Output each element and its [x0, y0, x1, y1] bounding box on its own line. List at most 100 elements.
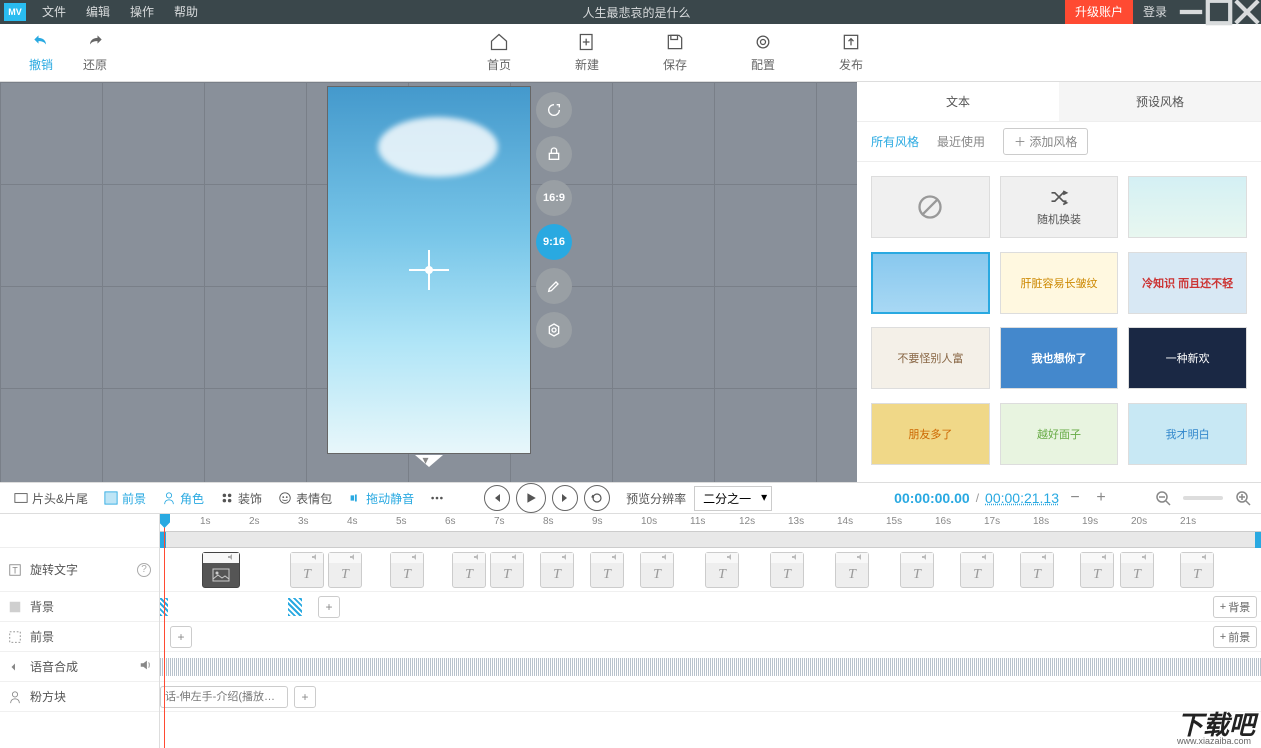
add-bg-clip-button[interactable]: +	[318, 596, 340, 618]
tab-preset[interactable]: 预设风格	[1059, 82, 1261, 121]
text-clip[interactable]: T	[290, 552, 324, 588]
track-label-pink[interactable]: 粉方块	[0, 682, 159, 712]
filter-all-styles[interactable]: 所有风格	[871, 133, 919, 150]
menu-edit[interactable]: 编辑	[76, 0, 120, 24]
style-item[interactable]	[871, 252, 990, 314]
style-item[interactable]: 冷知识 而且还不轻	[1128, 252, 1247, 314]
close-button[interactable]	[1233, 0, 1261, 24]
style-item[interactable]: 我也想你了	[1000, 327, 1119, 389]
login-button[interactable]: 登录	[1133, 0, 1177, 24]
text-clip[interactable]: T	[1180, 552, 1214, 588]
style-random[interactable]: 随机换装	[1000, 176, 1119, 238]
ratio-169-button[interactable]: 16:9	[536, 180, 572, 216]
track-label-bg[interactable]: 背景	[0, 592, 159, 622]
text-clip[interactable]: T	[590, 552, 624, 588]
menu-help[interactable]: 帮助	[164, 0, 208, 24]
track-label-voice[interactable]: 语音合成	[0, 652, 159, 682]
text-clip[interactable]: T	[540, 552, 574, 588]
text-clip[interactable]: T	[1020, 552, 1054, 588]
track-label-text[interactable]: T旋转文字?	[0, 548, 159, 592]
sound-icon[interactable]	[139, 658, 153, 675]
tl-tab-emoji[interactable]: 表情包	[272, 490, 338, 507]
filter-recent[interactable]: 最近使用	[937, 133, 985, 150]
tl-tab-titles[interactable]: 片头&片尾	[8, 490, 94, 507]
preview-select[interactable]: 二分之一 ▾	[694, 486, 772, 511]
track-bg[interactable]: + + 背景	[160, 592, 1261, 622]
add-fg-clip-button[interactable]: +	[170, 626, 192, 648]
ratio-916-button[interactable]: 9:16	[536, 224, 572, 260]
add-fg-button[interactable]: + 前景	[1213, 626, 1257, 648]
home-button[interactable]: 首页	[472, 32, 526, 73]
minimize-button[interactable]	[1177, 0, 1205, 24]
style-item[interactable]: 一种新欢	[1128, 327, 1247, 389]
text-clip[interactable]: T	[1120, 552, 1154, 588]
style-item[interactable]: 朋友多了	[871, 403, 990, 465]
ruler-bar[interactable]	[160, 532, 1261, 548]
style-item[interactable]: 不要怪别人富	[871, 327, 990, 389]
zoom-in-button[interactable]	[1233, 488, 1253, 508]
canvas[interactable]	[327, 86, 531, 454]
menu-action[interactable]: 操作	[120, 0, 164, 24]
track-label-fg[interactable]: 前景	[0, 622, 159, 652]
text-clip[interactable]: T	[835, 552, 869, 588]
maximize-button[interactable]	[1205, 0, 1233, 24]
tl-tab-more[interactable]	[424, 491, 450, 505]
text-clip[interactable]: T	[705, 552, 739, 588]
lock-tool-button[interactable]	[536, 136, 572, 172]
zoom-out-button[interactable]	[1153, 488, 1173, 508]
undo-button[interactable]: 撤销	[14, 32, 68, 73]
playhead[interactable]	[164, 514, 165, 748]
text-clip[interactable]: T	[900, 552, 934, 588]
edit-tool-button[interactable]	[536, 268, 572, 304]
zoom-slider[interactable]	[1183, 496, 1223, 500]
menu-file[interactable]: 文件	[32, 0, 76, 24]
track-pink[interactable]: 话-伸左手-介绍(播放… +	[160, 682, 1261, 712]
add-style-button[interactable]: ＋ 添加风格	[1003, 128, 1088, 155]
text-clip[interactable]: T	[328, 552, 362, 588]
redo-button[interactable]: 还原	[68, 32, 122, 73]
next-button[interactable]	[552, 485, 578, 511]
text-clip[interactable]: T	[490, 552, 524, 588]
tl-tab-decoration[interactable]: 装饰	[214, 490, 268, 507]
time-total[interactable]: 00:00:21.13	[985, 490, 1059, 506]
prev-button[interactable]	[484, 485, 510, 511]
rotate-tool-button[interactable]	[536, 92, 572, 128]
loop-button[interactable]	[584, 485, 610, 511]
clip-image[interactable]	[202, 552, 240, 588]
text-clip[interactable]: T	[390, 552, 424, 588]
tl-tab-foreground[interactable]: 前景	[98, 490, 152, 507]
canvas-dropdown-icon[interactable]	[415, 455, 443, 467]
settings-tool-button[interactable]	[536, 312, 572, 348]
tracks-area[interactable]: 1s2s3s4s5s6s7s8s9s10s11s12s13s14s15s16s1…	[160, 514, 1261, 748]
style-item[interactable]	[1128, 176, 1247, 238]
tl-tab-dragmute[interactable]: 拖动静音	[342, 490, 420, 507]
timeline-zoom-out[interactable]: −	[1065, 488, 1085, 508]
track-text[interactable]: TTTTTTTTTTTTTTTTT	[160, 548, 1261, 592]
tab-text[interactable]: 文本	[857, 82, 1059, 121]
audio-clip[interactable]: 话-伸左手-介绍(播放…	[160, 686, 288, 708]
style-item[interactable]: 肝脏容易长皱纹	[1000, 252, 1119, 314]
save-button[interactable]: 保存	[648, 32, 702, 73]
track-voice[interactable]	[160, 652, 1261, 682]
text-clip[interactable]: T	[770, 552, 804, 588]
publish-button[interactable]: 发布	[824, 32, 878, 73]
timeline-ruler[interactable]: 1s2s3s4s5s6s7s8s9s10s11s12s13s14s15s16s1…	[160, 514, 1261, 532]
canvas-area[interactable]: 16:9 9:16	[0, 82, 857, 482]
tl-tab-character[interactable]: 角色	[156, 490, 210, 507]
text-clip[interactable]: T	[452, 552, 486, 588]
text-clip[interactable]: T	[1080, 552, 1114, 588]
config-button[interactable]: 配置	[736, 32, 790, 73]
add-bg-button[interactable]: + 背景	[1213, 596, 1257, 618]
add-pink-clip-button[interactable]: +	[294, 686, 316, 708]
text-clip[interactable]: T	[640, 552, 674, 588]
upgrade-button[interactable]: 升级账户	[1065, 0, 1133, 24]
new-button[interactable]: 新建	[560, 32, 614, 73]
bg-clip[interactable]	[288, 598, 302, 616]
text-clip[interactable]: T	[960, 552, 994, 588]
help-icon[interactable]: ?	[137, 563, 151, 577]
style-item[interactable]: 越好面子	[1000, 403, 1119, 465]
waveform[interactable]	[160, 658, 1261, 676]
track-fg[interactable]: + + 前景	[160, 622, 1261, 652]
play-button[interactable]	[516, 483, 546, 513]
timeline-zoom-in[interactable]: +	[1091, 488, 1111, 508]
